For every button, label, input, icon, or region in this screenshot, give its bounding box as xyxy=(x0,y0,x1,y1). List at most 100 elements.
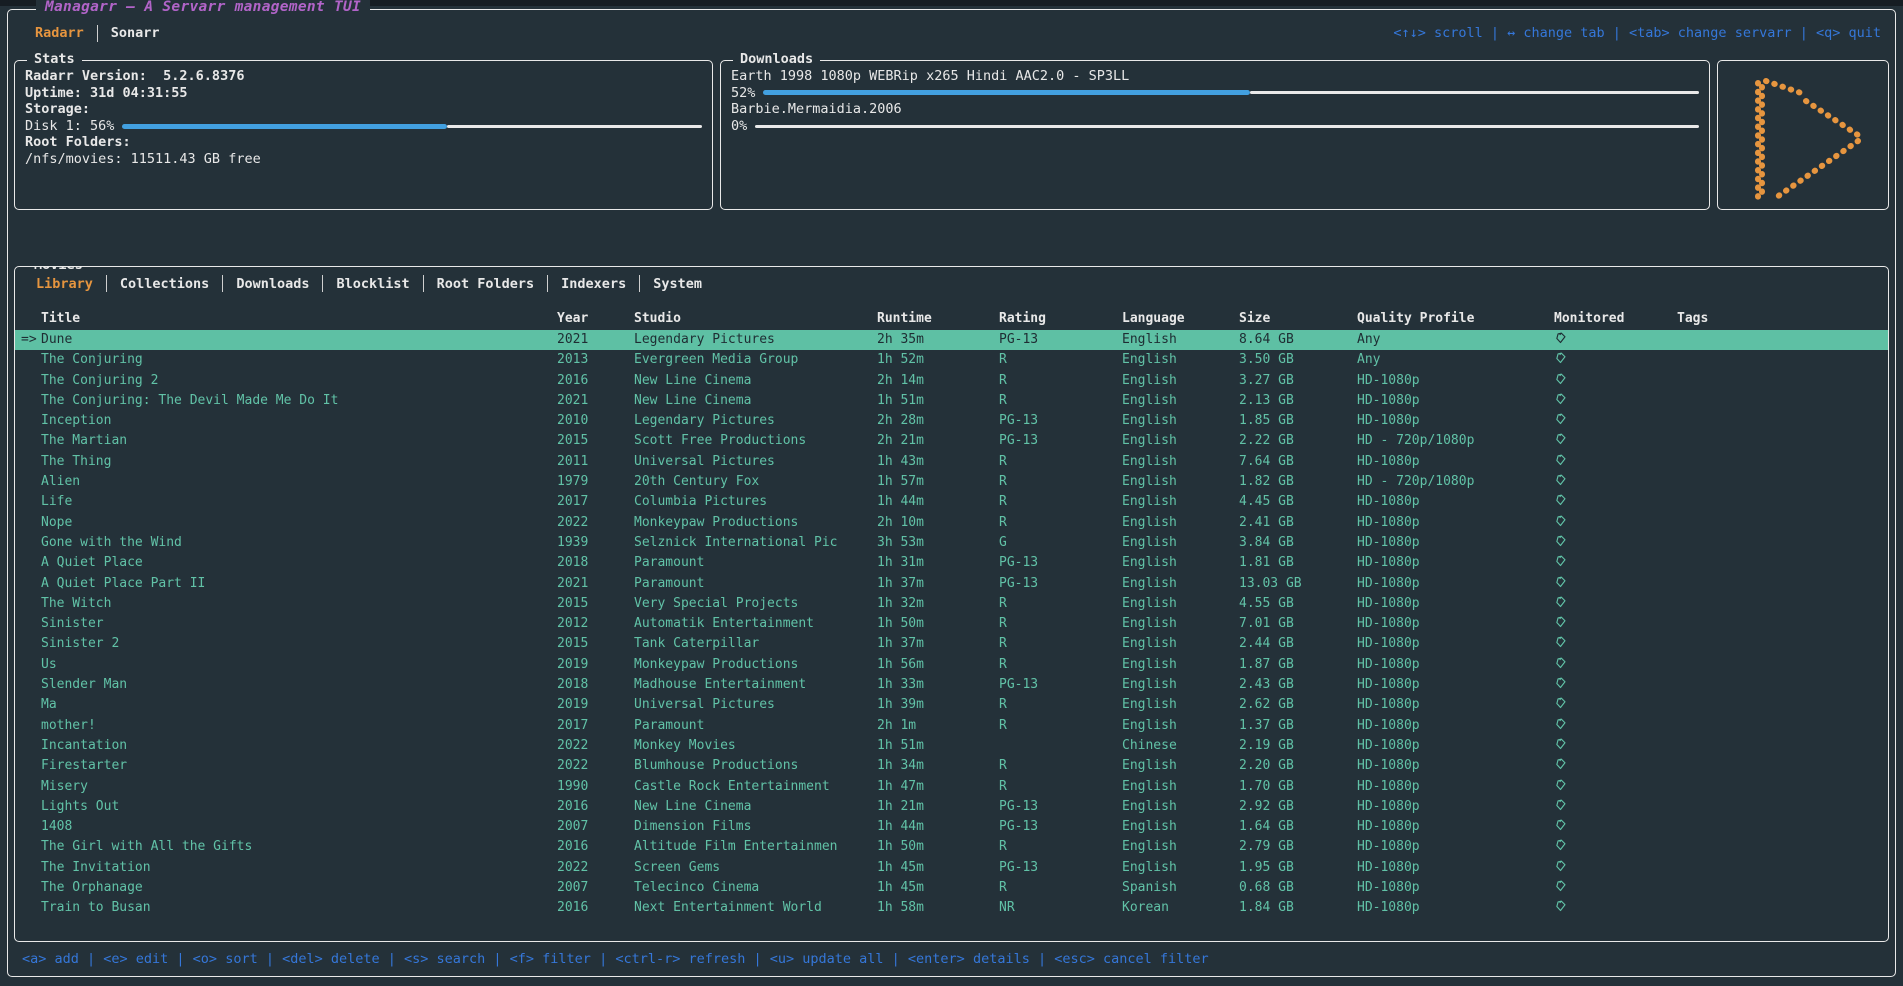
table-row[interactable]: The Martian2015Scott Free Productions2h … xyxy=(15,431,1888,451)
cell-marker xyxy=(15,675,41,695)
cell-rating: PG-13 xyxy=(999,675,1122,695)
cell-size: 1.64 GB xyxy=(1239,817,1357,837)
table-row[interactable]: The Conjuring 22016New Line Cinema2h 14m… xyxy=(15,371,1888,391)
cell-monitored xyxy=(1554,716,1677,736)
table-row[interactable]: Ma2019Universal Pictures1h 39mREnglish2.… xyxy=(15,695,1888,715)
cell-marker xyxy=(15,655,41,675)
table-row[interactable]: =>Dune2021Legendary Pictures2h 35mPG-13E… xyxy=(15,330,1888,350)
cell-studio: Legendary Pictures xyxy=(634,411,877,431)
cell-runtime: 2h 14m xyxy=(877,371,999,391)
cell-title: Alien xyxy=(41,472,557,492)
cell-monitored xyxy=(1554,756,1677,776)
tag-icon xyxy=(1554,554,1567,568)
cell-monitored xyxy=(1554,472,1677,492)
table-row[interactable]: Slender Man2018Madhouse Entertainment1h … xyxy=(15,675,1888,695)
table-row[interactable]: Incantation2022Monkey Movies1h 51mChines… xyxy=(15,736,1888,756)
cell-monitored xyxy=(1554,878,1677,898)
cell-marker xyxy=(15,574,41,594)
cell-language: Korean xyxy=(1122,898,1239,918)
table-row[interactable]: mother!2017Paramount2h 1mREnglish1.37 GB… xyxy=(15,716,1888,736)
table-row[interactable]: Alien197920th Century Fox1h 57mREnglish1… xyxy=(15,472,1888,492)
cell-size: 7.01 GB xyxy=(1239,614,1357,634)
cell-size: 2.44 GB xyxy=(1239,634,1357,654)
cell-size: 8.64 GB xyxy=(1239,330,1357,350)
stats-panel-title: Stats xyxy=(27,51,82,67)
table-row[interactable]: Lights Out2016New Line Cinema1h 21mPG-13… xyxy=(15,797,1888,817)
cell-quality: HD-1080p xyxy=(1357,411,1554,431)
cell-title: A Quiet Place Part II xyxy=(41,574,557,594)
cell-size: 2.20 GB xyxy=(1239,756,1357,776)
cell-studio: Paramount xyxy=(634,574,877,594)
cell-size: 1.85 GB xyxy=(1239,411,1357,431)
cell-tags xyxy=(1677,878,1888,898)
cell-tags xyxy=(1677,492,1888,512)
tag-icon xyxy=(1554,453,1567,467)
movies-tab-blocklist[interactable]: Blocklist xyxy=(323,276,422,292)
cell-studio: Paramount xyxy=(634,553,877,573)
cell-year: 2016 xyxy=(557,797,634,817)
cell-language: English xyxy=(1122,411,1239,431)
movies-tab-root-folders[interactable]: Root Folders xyxy=(424,276,548,292)
cell-quality: HD-1080p xyxy=(1357,492,1554,512)
tag-icon xyxy=(1554,696,1567,710)
cell-rating: PG-13 xyxy=(999,858,1122,878)
tag-icon xyxy=(1554,615,1567,629)
cell-monitored xyxy=(1554,411,1677,431)
cell-quality: HD - 720p/1080p xyxy=(1357,472,1554,492)
table-row[interactable]: Life2017Columbia Pictures1h 44mREnglish4… xyxy=(15,492,1888,512)
cell-tags xyxy=(1677,330,1888,350)
column-header-language: Language xyxy=(1122,308,1239,330)
table-row[interactable]: Gone with the Wind1939Selznick Internati… xyxy=(15,533,1888,553)
cell-tags xyxy=(1677,777,1888,797)
movies-tab-indexers[interactable]: Indexers xyxy=(548,276,639,292)
cell-title: mother! xyxy=(41,716,557,736)
cell-tags xyxy=(1677,898,1888,918)
cell-title: The Conjuring: The Devil Made Me Do It xyxy=(41,391,557,411)
cell-runtime: 1h 56m xyxy=(877,655,999,675)
tag-icon xyxy=(1554,635,1567,649)
table-row[interactable]: Train to Busan2016Next Entertainment Wor… xyxy=(15,898,1888,918)
table-row[interactable]: A Quiet Place Part II2021Paramount1h 37m… xyxy=(15,574,1888,594)
cell-studio: Castle Rock Entertainment xyxy=(634,777,877,797)
cell-quality: HD-1080p xyxy=(1357,858,1554,878)
cell-size: 2.19 GB xyxy=(1239,736,1357,756)
table-row[interactable]: Us2019Monkeypaw Productions1h 56mREnglis… xyxy=(15,655,1888,675)
table-row[interactable]: The Witch2015Very Special Projects1h 32m… xyxy=(15,594,1888,614)
movies-tab-downloads[interactable]: Downloads xyxy=(223,276,322,292)
movies-tab-collections[interactable]: Collections xyxy=(107,276,222,292)
downloads-panel: Downloads Earth 1998 1080p WEBRip x265 H… xyxy=(720,60,1710,210)
cell-tags xyxy=(1677,594,1888,614)
cell-monitored xyxy=(1554,817,1677,837)
cell-studio: Dimension Films xyxy=(634,817,877,837)
movies-tab-library[interactable]: Library xyxy=(23,276,106,292)
movies-panel: Movies LibraryCollectionsDownloadsBlockl… xyxy=(14,266,1889,942)
table-row[interactable]: 14082007Dimension Films1h 44mPG-13Englis… xyxy=(15,817,1888,837)
table-row[interactable]: The Conjuring: The Devil Made Me Do It20… xyxy=(15,391,1888,411)
cell-quality: HD-1080p xyxy=(1357,391,1554,411)
table-row[interactable]: Misery1990Castle Rock Entertainment1h 47… xyxy=(15,777,1888,797)
table-row[interactable]: The Conjuring2013Evergreen Media Group1h… xyxy=(15,350,1888,370)
cell-quality: HD-1080p xyxy=(1357,655,1554,675)
cell-marker xyxy=(15,472,41,492)
table-row[interactable]: Inception2010Legendary Pictures2h 28mPG-… xyxy=(15,411,1888,431)
table-row[interactable]: The Thing2011Universal Pictures1h 43mREn… xyxy=(15,452,1888,472)
table-row[interactable]: The Orphanage2007Telecinco Cinema1h 45mR… xyxy=(15,878,1888,898)
cell-title: Sinister 2 xyxy=(41,634,557,654)
table-row[interactable]: Nope2022Monkeypaw Productions2h 10mREngl… xyxy=(15,513,1888,533)
cell-runtime: 1h 45m xyxy=(877,858,999,878)
cell-language: Spanish xyxy=(1122,878,1239,898)
cell-monitored xyxy=(1554,492,1677,512)
cell-size: 1.70 GB xyxy=(1239,777,1357,797)
table-row[interactable]: A Quiet Place2018Paramount1h 31mPG-13Eng… xyxy=(15,553,1888,573)
table-row[interactable]: The Girl with All the Gifts2016Altitude … xyxy=(15,837,1888,857)
servarr-tab-radarr[interactable]: Radarr xyxy=(22,25,97,41)
servarr-tab-sonarr[interactable]: Sonarr xyxy=(98,25,173,41)
table-row[interactable]: The Invitation2022Screen Gems1h 45mPG-13… xyxy=(15,858,1888,878)
table-row[interactable]: Sinister 22015Tank Caterpillar1h 37mREng… xyxy=(15,634,1888,654)
movies-tab-system[interactable]: System xyxy=(640,276,715,292)
table-row[interactable]: Firestarter2022Blumhouse Productions1h 3… xyxy=(15,756,1888,776)
cell-tags xyxy=(1677,858,1888,878)
table-row[interactable]: Sinister2012Automatik Entertainment1h 50… xyxy=(15,614,1888,634)
cell-year: 1979 xyxy=(557,472,634,492)
tag-icon xyxy=(1554,737,1567,751)
